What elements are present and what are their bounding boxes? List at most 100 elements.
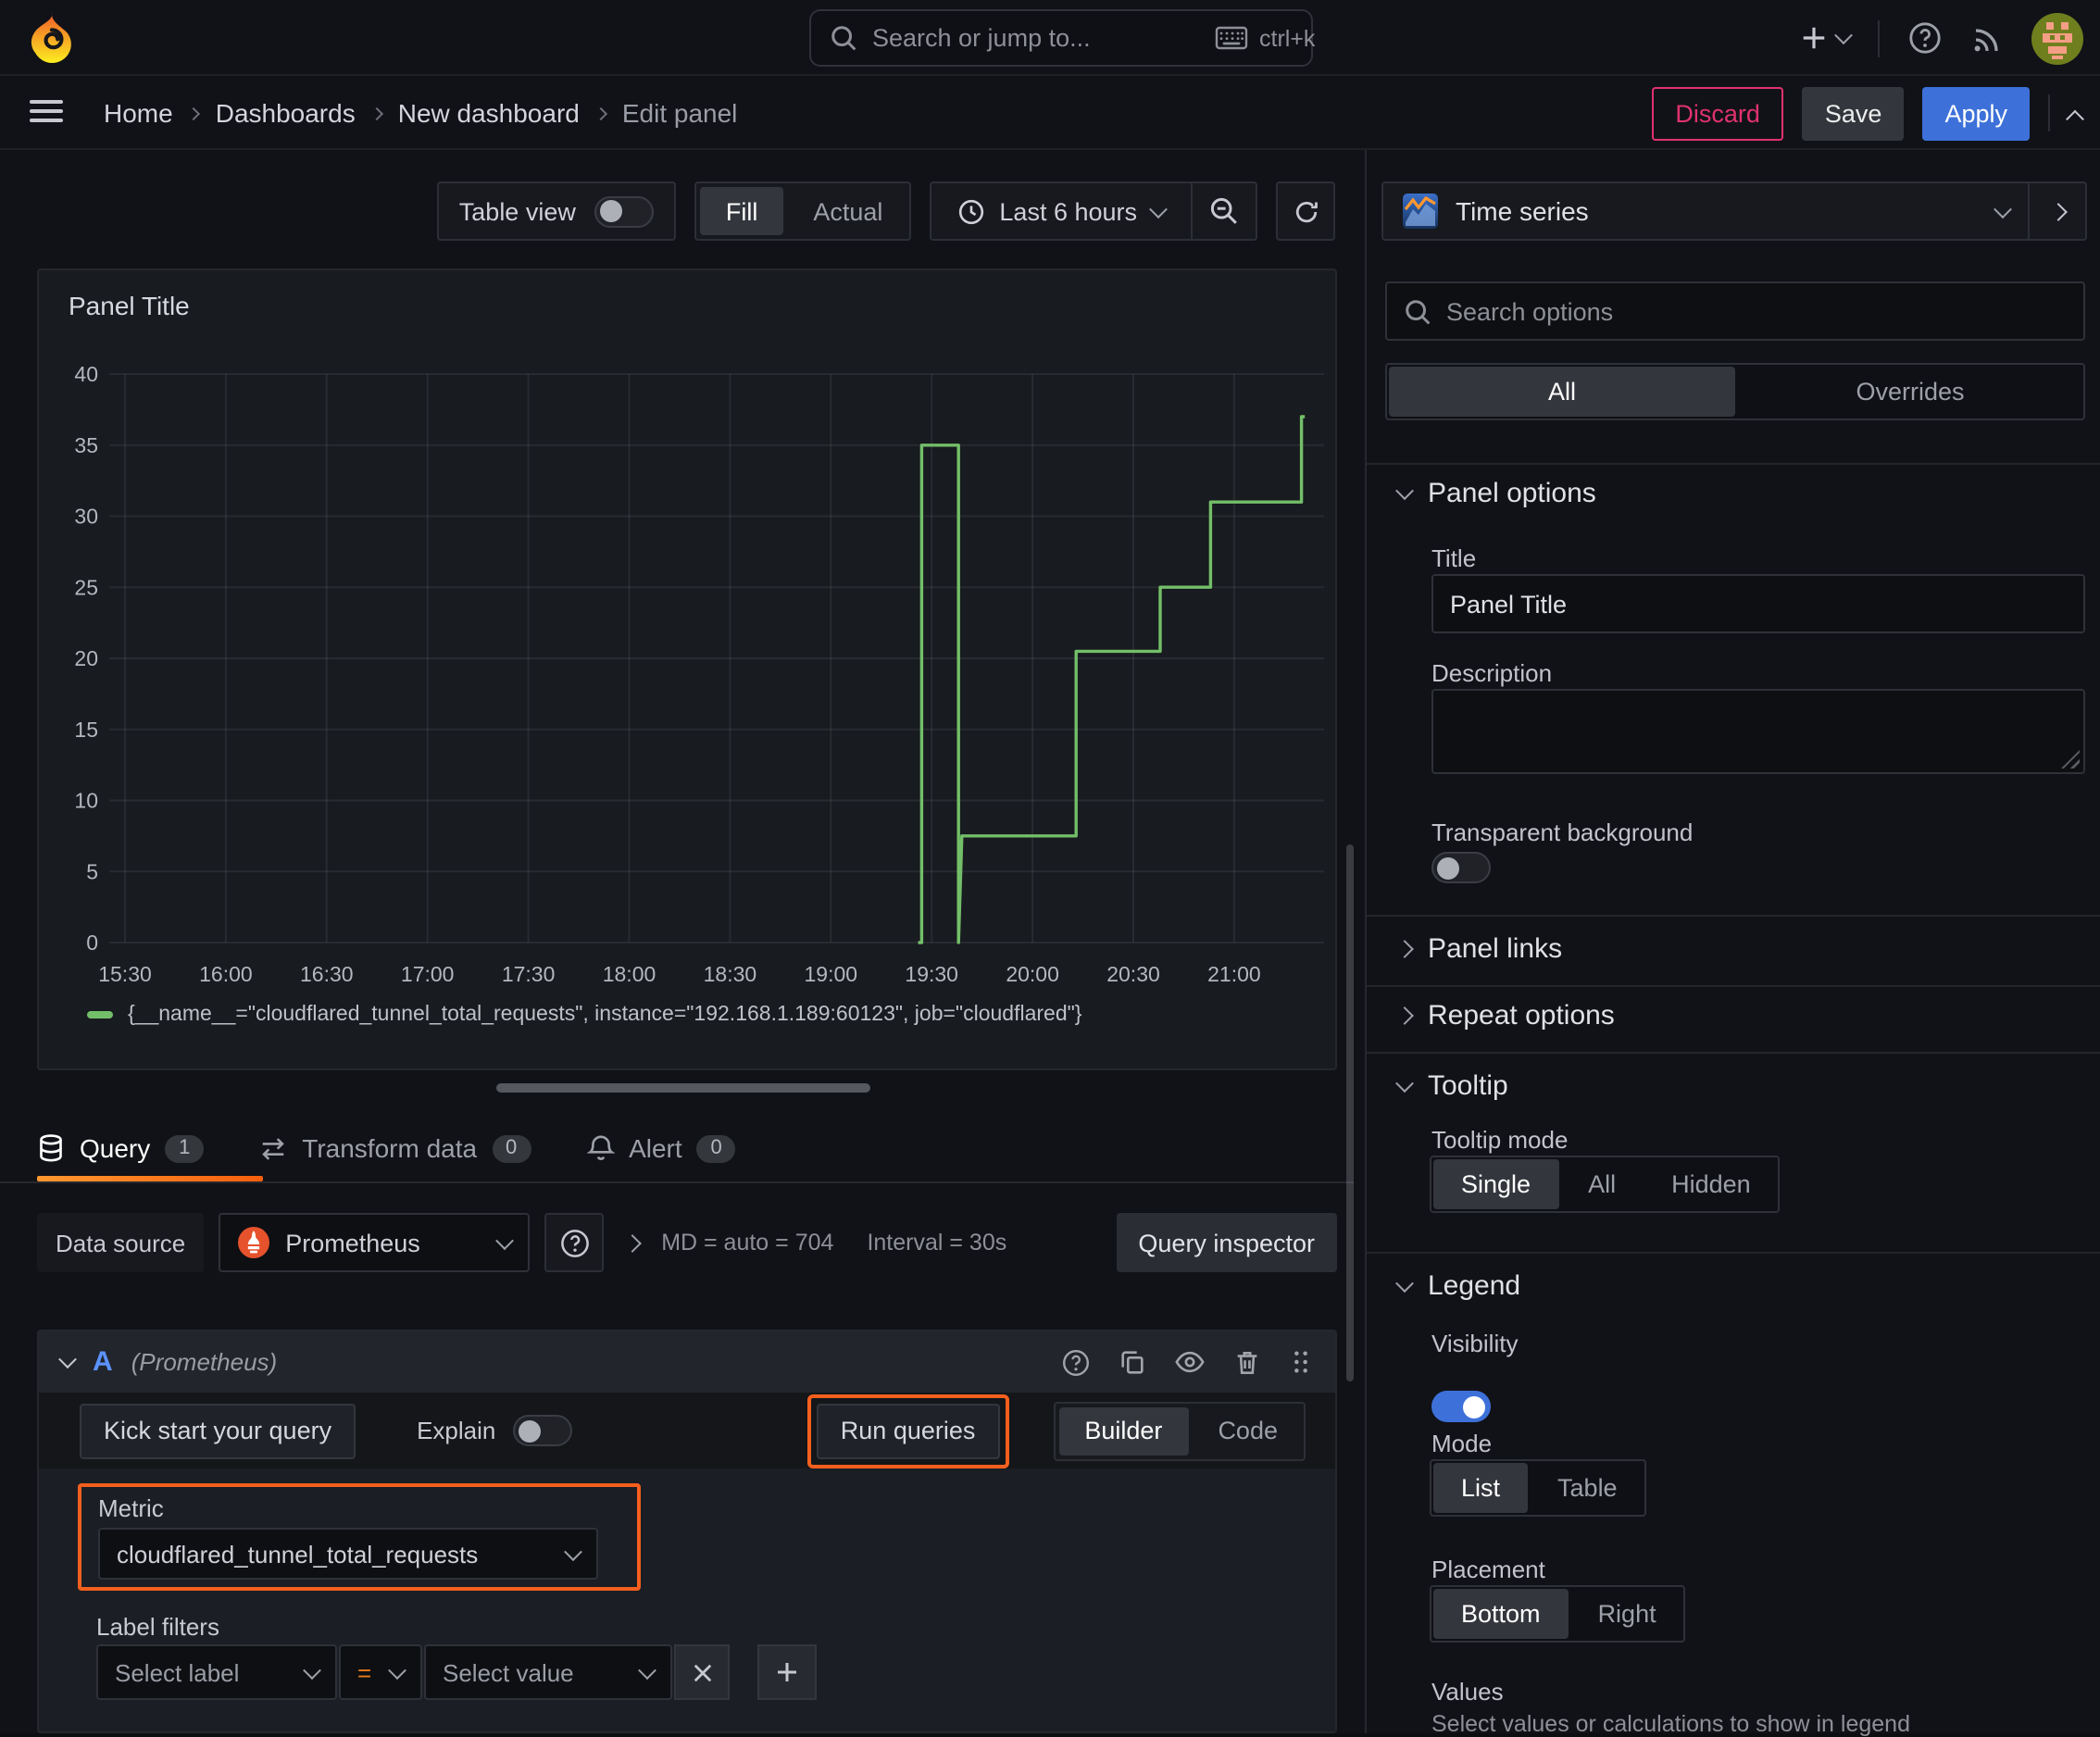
chevron-right-icon[interactable] <box>623 1233 643 1252</box>
panel-title-input[interactable] <box>1431 574 2085 633</box>
tab-all[interactable]: All <box>1389 367 1735 417</box>
divider <box>0 1181 1354 1183</box>
legend-visibility-label: Visibility <box>1431 1330 1519 1357</box>
chevron-right-icon <box>187 106 201 121</box>
grafana-app: ctrl+k <box>0 0 2100 1737</box>
avatar[interactable] <box>2031 12 2083 64</box>
news-rss-icon[interactable] <box>1970 21 2004 55</box>
section-tooltip[interactable]: Tooltip <box>1395 1070 1508 1102</box>
add-filter-button[interactable] <box>757 1644 817 1700</box>
query-help-icon[interactable] <box>1061 1347 1091 1377</box>
apply-button[interactable]: Apply <box>1922 86 2030 140</box>
chevron-down-icon <box>1395 481 1414 501</box>
options-search-input[interactable] <box>1446 297 2067 325</box>
tab-transform-data[interactable]: Transform data 0 <box>259 1115 531 1181</box>
query-row-header[interactable]: A (Prometheus) <box>39 1331 1335 1393</box>
kick-start-query-button[interactable]: Kick start your query <box>80 1403 356 1458</box>
actual-option[interactable]: Actual <box>787 183 908 239</box>
tab-overrides[interactable]: Overrides <box>1737 365 2083 419</box>
remove-filter-button[interactable] <box>674 1644 730 1700</box>
collapse-options-button[interactable] <box>2030 183 2085 239</box>
save-button[interactable]: Save <box>1802 86 1905 140</box>
global-search[interactable]: ctrl+k <box>809 9 1315 67</box>
query-builder-area: Metric cloudflared_tunnel_total_requests… <box>39 1468 1335 1731</box>
fill-option[interactable]: Fill <box>699 187 784 235</box>
discard-button[interactable]: Discard <box>1651 86 1784 140</box>
tooltip-hidden-option[interactable]: Hidden <box>1644 1157 1779 1211</box>
metric-label: Metric <box>98 1494 164 1522</box>
panel-resize-handle[interactable] <box>496 1083 870 1093</box>
builder-option[interactable]: Builder <box>1058 1406 1189 1455</box>
legend-table-option[interactable]: Table <box>1530 1461 1645 1515</box>
query-ref-id[interactable]: A <box>93 1346 113 1378</box>
duplicate-query-icon[interactable] <box>1119 1348 1146 1376</box>
section-panel-links[interactable]: Panel links <box>1395 933 1563 965</box>
grafana-logo-icon[interactable] <box>26 11 78 67</box>
metric-select[interactable]: cloudflared_tunnel_total_requests <box>98 1528 598 1580</box>
legend-list-option[interactable]: List <box>1433 1463 1529 1513</box>
search-input[interactable] <box>872 24 1200 52</box>
label-filters-row: Select label = Select value <box>96 1644 817 1700</box>
legend-mode-switch: List Table <box>1430 1459 1647 1517</box>
breadcrumb-home[interactable]: Home <box>104 98 173 128</box>
legend-visibility-toggle[interactable] <box>1431 1391 1491 1422</box>
tooltip-mode-label: Tooltip mode <box>1431 1126 1569 1154</box>
explain-toggle[interactable] <box>512 1415 572 1446</box>
breadcrumb-new-dashboard[interactable]: New dashboard <box>398 98 580 128</box>
options-search[interactable] <box>1385 281 2085 341</box>
tooltip-single-option[interactable]: Single <box>1433 1159 1559 1209</box>
section-panel-options[interactable]: Panel options <box>1395 478 1596 509</box>
section-repeat-options[interactable]: Repeat options <box>1395 1000 1615 1031</box>
visualization-picker: Time series <box>1381 181 2087 241</box>
chevron-down-icon[interactable] <box>58 1350 77 1369</box>
code-option[interactable]: Code <box>1192 1403 1304 1458</box>
delete-query-trash-icon[interactable] <box>1233 1347 1261 1377</box>
svg-text:35: 35 <box>74 433 98 457</box>
tooltip-all-option[interactable]: All <box>1560 1157 1644 1211</box>
transform-count-badge: 0 <box>492 1134 531 1162</box>
operator-dropdown[interactable]: = <box>339 1644 422 1700</box>
query-count-badge: 1 <box>165 1134 205 1162</box>
run-queries-button[interactable]: Run queries <box>816 1403 1000 1458</box>
panel-links-label: Panel links <box>1428 933 1563 965</box>
resize-corner-icon[interactable] <box>2061 750 2080 769</box>
svg-text:18:30: 18:30 <box>704 962 757 986</box>
hide-query-eye-icon[interactable] <box>1174 1348 1206 1376</box>
description-textarea[interactable] <box>1431 689 2085 774</box>
breadcrumb-dashboards[interactable]: Dashboards <box>216 98 356 128</box>
zoom-out-button[interactable] <box>1193 183 1256 239</box>
builder-code-switch: Builder Code <box>1053 1401 1306 1460</box>
section-legend[interactable]: Legend <box>1395 1270 1520 1302</box>
query-inspector-button[interactable]: Query inspector <box>1116 1213 1337 1272</box>
placement-right-option[interactable]: Right <box>1570 1587 1684 1641</box>
tab-alert[interactable]: Alert 0 <box>586 1115 736 1181</box>
datasource-picker[interactable]: Prometheus <box>219 1213 531 1272</box>
placement-bottom-option[interactable]: Bottom <box>1433 1589 1569 1639</box>
menu-icon[interactable] <box>30 100 63 128</box>
collapse-header-button[interactable] <box>2066 106 2084 128</box>
table-view-toggle[interactable] <box>594 195 654 227</box>
refresh-button[interactable] <box>1276 181 1335 241</box>
add-menu-button[interactable] <box>1800 24 1853 52</box>
legend-placement-switch: Bottom Right <box>1430 1585 1686 1643</box>
datasource-help-button[interactable] <box>544 1213 605 1272</box>
time-series-chart: 0 5 10 15 20 25 30 35 40 15:30 16:00 16:30 17:00 17:3… <box>74 362 1324 986</box>
visualization-select[interactable]: Time series <box>1383 183 2028 239</box>
transparent-background-toggle[interactable] <box>1431 852 1491 883</box>
scrollbar[interactable] <box>1346 844 1354 1381</box>
legend-label[interactable]: {__name__="cloudflared_tunnel_total_requ… <box>128 1004 1081 1026</box>
select-value-dropdown[interactable]: Select value <box>424 1644 672 1700</box>
chevron-down-icon <box>303 1660 321 1680</box>
keyboard-icon <box>1215 26 1248 50</box>
time-series-viz-icon <box>1402 193 1439 230</box>
drag-handle-grip-icon[interactable] <box>1289 1348 1313 1376</box>
select-label-dropdown[interactable]: Select label <box>96 1644 337 1700</box>
panel-preview[interactable]: Panel Title 0 5 10 15 20 25 30 35 40 15:30 16:00 16… <box>37 269 1337 1070</box>
svg-text:15:30: 15:30 <box>98 962 152 986</box>
chevron-right-icon <box>594 106 607 121</box>
tab-query[interactable]: Query 1 <box>37 1115 205 1181</box>
help-icon[interactable] <box>1907 20 1943 56</box>
legend-values-label: Values <box>1431 1678 1504 1706</box>
legend-swatch[interactable] <box>87 1011 113 1018</box>
time-range-picker[interactable]: Last 6 hours <box>931 183 1191 239</box>
